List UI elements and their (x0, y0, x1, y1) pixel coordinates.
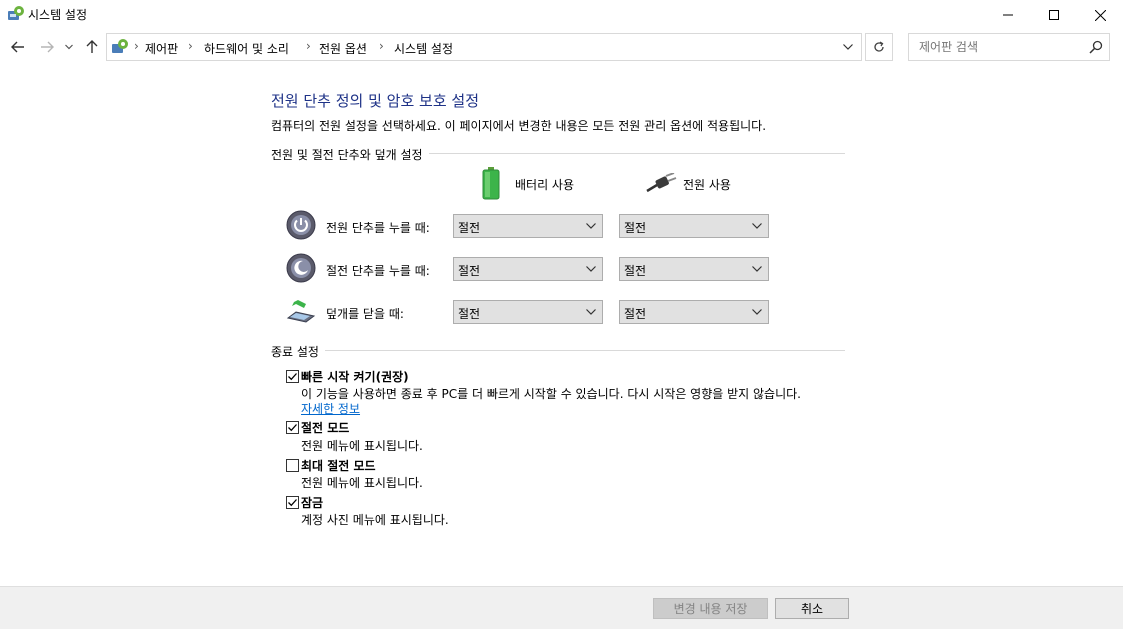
select-value: 절전 (624, 307, 647, 321)
save-changes-button[interactable]: 변경 내용 저장 (653, 598, 768, 619)
sleep-button-plugged-select[interactable]: 절전 (619, 257, 769, 281)
fast-startup-title[interactable]: 빠른 시작 켜기(권장) (301, 368, 409, 385)
battery-icon (482, 167, 500, 200)
select-value: 절전 (458, 221, 481, 235)
footer-bar: 변경 내용 저장 취소 (0, 586, 1123, 629)
hibernate-title[interactable]: 최대 절전 모드 (301, 457, 376, 474)
maximize-button[interactable] (1031, 0, 1077, 30)
plugged-column-header: 전원 사용 (683, 178, 731, 192)
refresh-button[interactable] (865, 33, 893, 61)
chevron-down-icon (843, 44, 853, 50)
checkmark-icon (288, 499, 297, 507)
breadcrumb-separator: › (188, 39, 193, 53)
power-button-label: 전원 단추를 누를 때: (326, 221, 430, 235)
address-bar[interactable]: › 제어판 › 하드웨어 및 소리 › 전원 옵션 › 시스템 설정 (106, 33, 862, 61)
breadcrumb-item[interactable]: 제어판 (145, 40, 178, 57)
power-plug-icon (646, 173, 677, 193)
lock-checkbox[interactable] (286, 496, 299, 509)
more-info-link[interactable]: 자세한 정보 (301, 400, 360, 417)
sleep-button-icon (286, 253, 316, 283)
chevron-down-icon (752, 309, 762, 315)
hibernate-checkbox[interactable] (286, 459, 299, 472)
close-button[interactable] (1077, 0, 1123, 30)
arrow-up-icon (86, 40, 98, 53)
lock-title[interactable]: 잠금 (301, 494, 323, 511)
page-title: 전원 단추 정의 및 암호 보호 설정 (271, 92, 480, 110)
chevron-down-icon (586, 223, 596, 229)
breadcrumb-separator: › (134, 39, 139, 53)
chevron-down-icon (65, 44, 73, 50)
up-button[interactable] (81, 36, 103, 58)
cancel-button[interactable]: 취소 (775, 598, 849, 619)
search-input[interactable] (909, 34, 1099, 60)
page-description: 컴퓨터의 전원 설정을 선택하세요. 이 페이지에서 변경한 내용은 모든 전원… (271, 119, 767, 133)
select-value: 절전 (458, 307, 481, 321)
hibernate-description: 전원 메뉴에 표시됩니다. (301, 476, 423, 490)
power-button-icon (286, 210, 316, 240)
arrow-left-icon (11, 41, 24, 53)
lid-close-plugged-select[interactable]: 절전 (619, 300, 769, 324)
chevron-down-icon (586, 309, 596, 315)
fast-startup-description: 이 기능을 사용하면 종료 후 PC를 더 빠르게 시작할 수 있습니다. 다시… (301, 387, 801, 401)
minimize-icon (1003, 14, 1013, 16)
arrow-right-icon (41, 41, 54, 53)
chevron-down-icon (586, 266, 596, 272)
laptop-lid-icon (286, 298, 316, 323)
shutdown-section-heading: 종료 설정 (271, 343, 325, 360)
lock-description: 계정 사진 메뉴에 표시됩니다. (301, 513, 449, 527)
sleep-mode-description: 전원 메뉴에 표시됩니다. (301, 439, 423, 453)
breadcrumb-item[interactable]: 시스템 설정 (394, 40, 453, 57)
search-icon[interactable] (1089, 40, 1103, 54)
sleep-mode-title[interactable]: 절전 모드 (301, 419, 349, 436)
sleep-mode-checkbox[interactable] (286, 421, 299, 434)
address-dropdown-button[interactable] (838, 37, 858, 57)
chevron-down-icon (752, 223, 762, 229)
breadcrumb-item[interactable]: 하드웨어 및 소리 (204, 40, 289, 57)
lid-close-battery-select[interactable]: 절전 (453, 300, 603, 324)
control-panel-icon (112, 39, 128, 53)
search-box[interactable] (908, 33, 1110, 61)
control-panel-icon (8, 6, 24, 20)
minimize-button[interactable] (985, 0, 1031, 30)
lid-close-label: 덮개를 닫을 때: (326, 307, 404, 321)
section-divider (271, 350, 845, 351)
battery-column-header: 배터리 사용 (515, 178, 575, 192)
refresh-icon (874, 41, 884, 52)
sleep-button-label: 절전 단추를 누를 때: (326, 264, 430, 278)
checkmark-icon (288, 373, 297, 381)
breadcrumb-item[interactable]: 전원 옵션 (319, 40, 367, 57)
chevron-down-icon (752, 266, 762, 272)
select-value: 절전 (624, 264, 647, 278)
power-section-heading: 전원 및 절전 단추와 덮개 설정 (271, 146, 429, 163)
title-bar: 시스템 설정 (0, 0, 1123, 30)
checkmark-icon (288, 424, 297, 432)
recent-locations-button[interactable] (61, 36, 77, 58)
back-button[interactable] (7, 36, 29, 58)
window-title: 시스템 설정 (28, 8, 88, 22)
power-button-battery-select[interactable]: 절전 (453, 214, 603, 238)
select-value: 절전 (458, 264, 481, 278)
close-icon (1094, 9, 1106, 21)
select-value: 절전 (624, 221, 647, 235)
power-button-plugged-select[interactable]: 절전 (619, 214, 769, 238)
breadcrumb-separator: › (306, 39, 311, 53)
breadcrumb-separator: › (379, 39, 384, 53)
maximize-icon (1049, 10, 1059, 20)
sleep-button-battery-select[interactable]: 절전 (453, 257, 603, 281)
forward-button[interactable] (36, 36, 58, 58)
fast-startup-checkbox[interactable] (286, 370, 299, 383)
